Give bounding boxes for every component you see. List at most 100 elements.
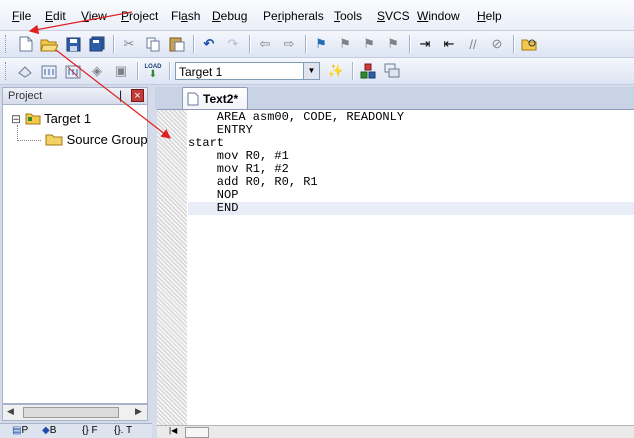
- uncomment-icon: ⊘: [491, 36, 503, 51]
- menu-window[interactable]: Window: [417, 9, 460, 23]
- magic-wand-icon: ✨: [327, 63, 345, 78]
- toolbar-separator: [513, 35, 515, 53]
- editor-horizontal-scrollbar[interactable]: |◀: [157, 425, 634, 438]
- target-options-button[interactable]: ✨: [326, 61, 346, 81]
- packs-icon: [384, 63, 400, 78]
- comment-button[interactable]: //: [463, 34, 483, 54]
- books-tab-icon: ◆: [42, 425, 50, 436]
- save-all-button[interactable]: [87, 34, 107, 54]
- close-panel-button[interactable]: ×: [131, 89, 144, 102]
- manage-components-icon: [360, 63, 376, 79]
- code-line[interactable]: END: [188, 202, 634, 215]
- tree-item-source-group[interactable]: Source Group 1: [45, 132, 148, 150]
- tab-project[interactable]: ▤P: [12, 425, 28, 437]
- batch-build-button[interactable]: ◈: [87, 61, 107, 81]
- clear-bookmarks-button[interactable]: ⚑: [383, 34, 403, 54]
- toolbar-separator: [113, 35, 115, 53]
- translate-icon: [18, 66, 32, 78]
- code-line[interactable]: add R0, R0, R1: [188, 176, 634, 189]
- tree-connector: [17, 140, 41, 142]
- bookmark-clear-icon: ⚑: [387, 36, 399, 51]
- bookmark-prev-icon: ⚑: [339, 36, 351, 51]
- scrollbar-thumb[interactable]: [23, 407, 119, 418]
- tab-functions[interactable]: {} F: [82, 425, 98, 437]
- new-file-button[interactable]: [16, 34, 36, 54]
- navigate-forward-button[interactable]: ⇨: [279, 34, 299, 54]
- manage-components-button[interactable]: [358, 61, 378, 81]
- scroll-right-icon[interactable]: ▶: [135, 406, 142, 417]
- undo-button[interactable]: ↶: [199, 34, 219, 54]
- paste-button[interactable]: [167, 34, 187, 54]
- pin-icon[interactable]: ❘: [116, 89, 125, 102]
- scissors-icon: ✂: [123, 36, 135, 51]
- rebuild-button[interactable]: [63, 61, 83, 81]
- code-line[interactable]: AREA asm00, CODE, READONLY: [188, 111, 634, 124]
- unindent-icon: ⇤: [443, 36, 455, 51]
- target-select-value: Target 1: [179, 65, 223, 79]
- target-folder-icon: [25, 113, 41, 125]
- tab-books[interactable]: ◆B: [42, 425, 56, 437]
- menu-peripherals[interactable]: Peripherals: [263, 9, 324, 23]
- find-in-files-button[interactable]: [519, 34, 539, 54]
- toolbar-grip[interactable]: [5, 35, 9, 53]
- scroll-left-icon[interactable]: ◀: [7, 406, 14, 417]
- indent-button[interactable]: ⇥: [415, 34, 435, 54]
- menu-view[interactable]: View: [81, 9, 107, 23]
- next-bookmark-button[interactable]: ⚑: [359, 34, 379, 54]
- navigate-back-button[interactable]: ⇦: [255, 34, 275, 54]
- standard-toolbar: ✂ ↶ ↷ ⇦ ⇨ ⚑ ⚑ ⚑ ⚑ ⇥ ⇤ // ⊘: [0, 31, 634, 84]
- arrow-right-icon: ⇨: [283, 36, 295, 51]
- menu-edit[interactable]: Edit: [45, 9, 66, 23]
- translate-button[interactable]: [15, 61, 35, 81]
- menu-file[interactable]: File: [12, 9, 31, 23]
- scroll-left-icon[interactable]: |◀: [169, 426, 177, 435]
- download-button[interactable]: LOAD ⬇: [143, 61, 163, 81]
- save-button[interactable]: [63, 34, 83, 54]
- menu-debug[interactable]: Debug: [212, 9, 247, 23]
- toolbar-separator: [249, 35, 251, 53]
- arrow-left-icon: ⇦: [259, 36, 271, 51]
- unindent-button[interactable]: ⇤: [439, 34, 459, 54]
- cut-button[interactable]: ✂: [119, 34, 139, 54]
- tab-document[interactable]: Text2*: [182, 87, 248, 109]
- uncomment-button[interactable]: ⊘: [487, 34, 507, 54]
- code-line[interactable]: ENTRY: [188, 124, 634, 137]
- stop-build-icon: ▣: [114, 63, 128, 78]
- code-line[interactable]: NOP: [188, 189, 634, 202]
- menu-svcs[interactable]: SVCS: [377, 9, 410, 23]
- collapse-toggle[interactable]: ⊟: [11, 112, 21, 126]
- stop-build-button[interactable]: ▣: [111, 61, 131, 81]
- project-horizontal-scrollbar[interactable]: ◀ ▶: [2, 404, 148, 421]
- comment-icon: //: [469, 36, 477, 52]
- menu-tools[interactable]: Tools: [334, 9, 362, 23]
- scrollbar-thumb[interactable]: [185, 427, 209, 438]
- select-packs-button[interactable]: [382, 61, 402, 81]
- tree-item-label: Source Group 1: [66, 132, 148, 147]
- indent-icon: ⇥: [419, 36, 431, 51]
- chevron-down-icon[interactable]: ▼: [303, 63, 319, 79]
- editor-gutter[interactable]: [157, 110, 187, 425]
- open-file-button[interactable]: [39, 34, 59, 54]
- menu-project[interactable]: Project: [121, 9, 158, 23]
- tree-item-target[interactable]: ⊟ Target 1: [11, 111, 91, 129]
- toolbar-separator: [169, 62, 171, 80]
- build-button[interactable]: [39, 61, 59, 81]
- insert-bookmark-button[interactable]: ⚑: [311, 34, 331, 54]
- tree-item-label: Target 1: [44, 111, 92, 126]
- menu-help[interactable]: Help: [477, 9, 502, 23]
- previous-bookmark-button[interactable]: ⚑: [335, 34, 355, 54]
- toolbar-separator: [305, 35, 307, 53]
- project-panel-header: Project ❘ ×: [2, 87, 148, 105]
- undo-icon: ↶: [203, 36, 215, 51]
- build-toolbar: ◈ ▣ LOAD ⬇ Target 1 ▼ ✨: [0, 58, 634, 85]
- redo-button[interactable]: ↷: [223, 34, 243, 54]
- menu-flash[interactable]: Flash: [171, 9, 200, 23]
- project-tree: ⊟ Target 1 Source Group 1: [2, 105, 148, 404]
- toolbar-grip[interactable]: [5, 62, 9, 80]
- copy-button[interactable]: [143, 34, 163, 54]
- code-area[interactable]: AREA asm00, CODE, READONLY ENTRY start mo…: [188, 111, 634, 215]
- target-select[interactable]: Target 1 ▼: [175, 62, 320, 80]
- paste-icon: [169, 37, 185, 52]
- document-icon: [187, 92, 199, 106]
- tab-templates[interactable]: {}. T: [114, 425, 132, 437]
